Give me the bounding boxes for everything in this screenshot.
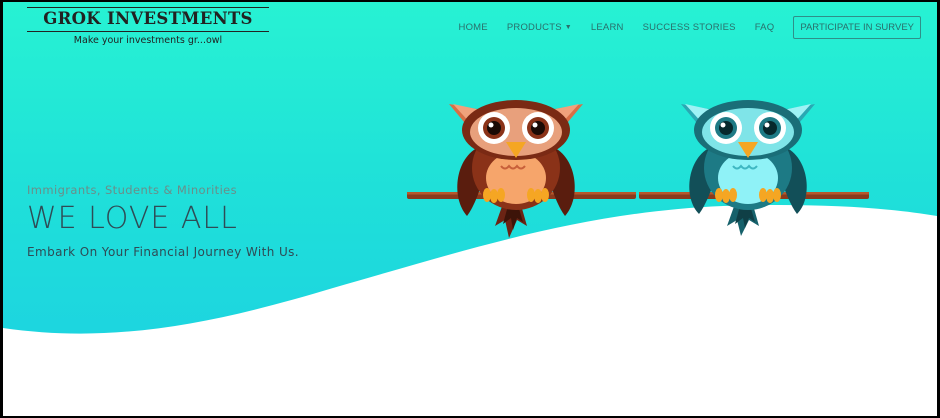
hero-subtitle: Immigrants, Students & Minorities bbox=[27, 183, 238, 197]
brand-logo[interactable]: GROK INVESTMENTS Make your investments g… bbox=[27, 7, 269, 48]
brown-owl-icon bbox=[449, 100, 583, 238]
hero-title: WE LOVE ALL bbox=[27, 201, 238, 236]
brand-tagline: Make your investments gr...owl bbox=[73, 35, 223, 46]
window-frame: GROK INVESTMENTS Make your investments g… bbox=[0, 0, 940, 418]
main-nav: HOME PRODUCTS ▼ LEARN SUCCESS STORIES FA… bbox=[440, 16, 921, 39]
logo-bottom-rule bbox=[27, 31, 269, 32]
teal-owl-icon bbox=[681, 100, 815, 236]
nav-products[interactable]: PRODUCTS ▼ bbox=[507, 22, 572, 33]
nav-faq[interactable]: FAQ bbox=[755, 22, 775, 33]
hero-section: Immigrants, Students & Minorities WE LOV… bbox=[27, 183, 299, 259]
nav-home[interactable]: HOME bbox=[459, 22, 488, 33]
owls-illustration bbox=[407, 100, 869, 238]
hero-lead: Embark On Your Financial Journey With Us… bbox=[27, 245, 300, 259]
page: GROK INVESTMENTS Make your investments g… bbox=[3, 2, 937, 416]
brand-name: GROK INVESTMENTS bbox=[43, 9, 253, 28]
nav-success-stories[interactable]: SUCCESS STORIES bbox=[643, 22, 736, 33]
nav-products-label: PRODUCTS bbox=[506, 22, 562, 33]
participate-survey-button[interactable]: PARTICIPATE IN SURVEY bbox=[793, 16, 921, 39]
nav-learn[interactable]: LEARN bbox=[591, 22, 624, 33]
caret-down-icon: ▼ bbox=[564, 24, 572, 31]
